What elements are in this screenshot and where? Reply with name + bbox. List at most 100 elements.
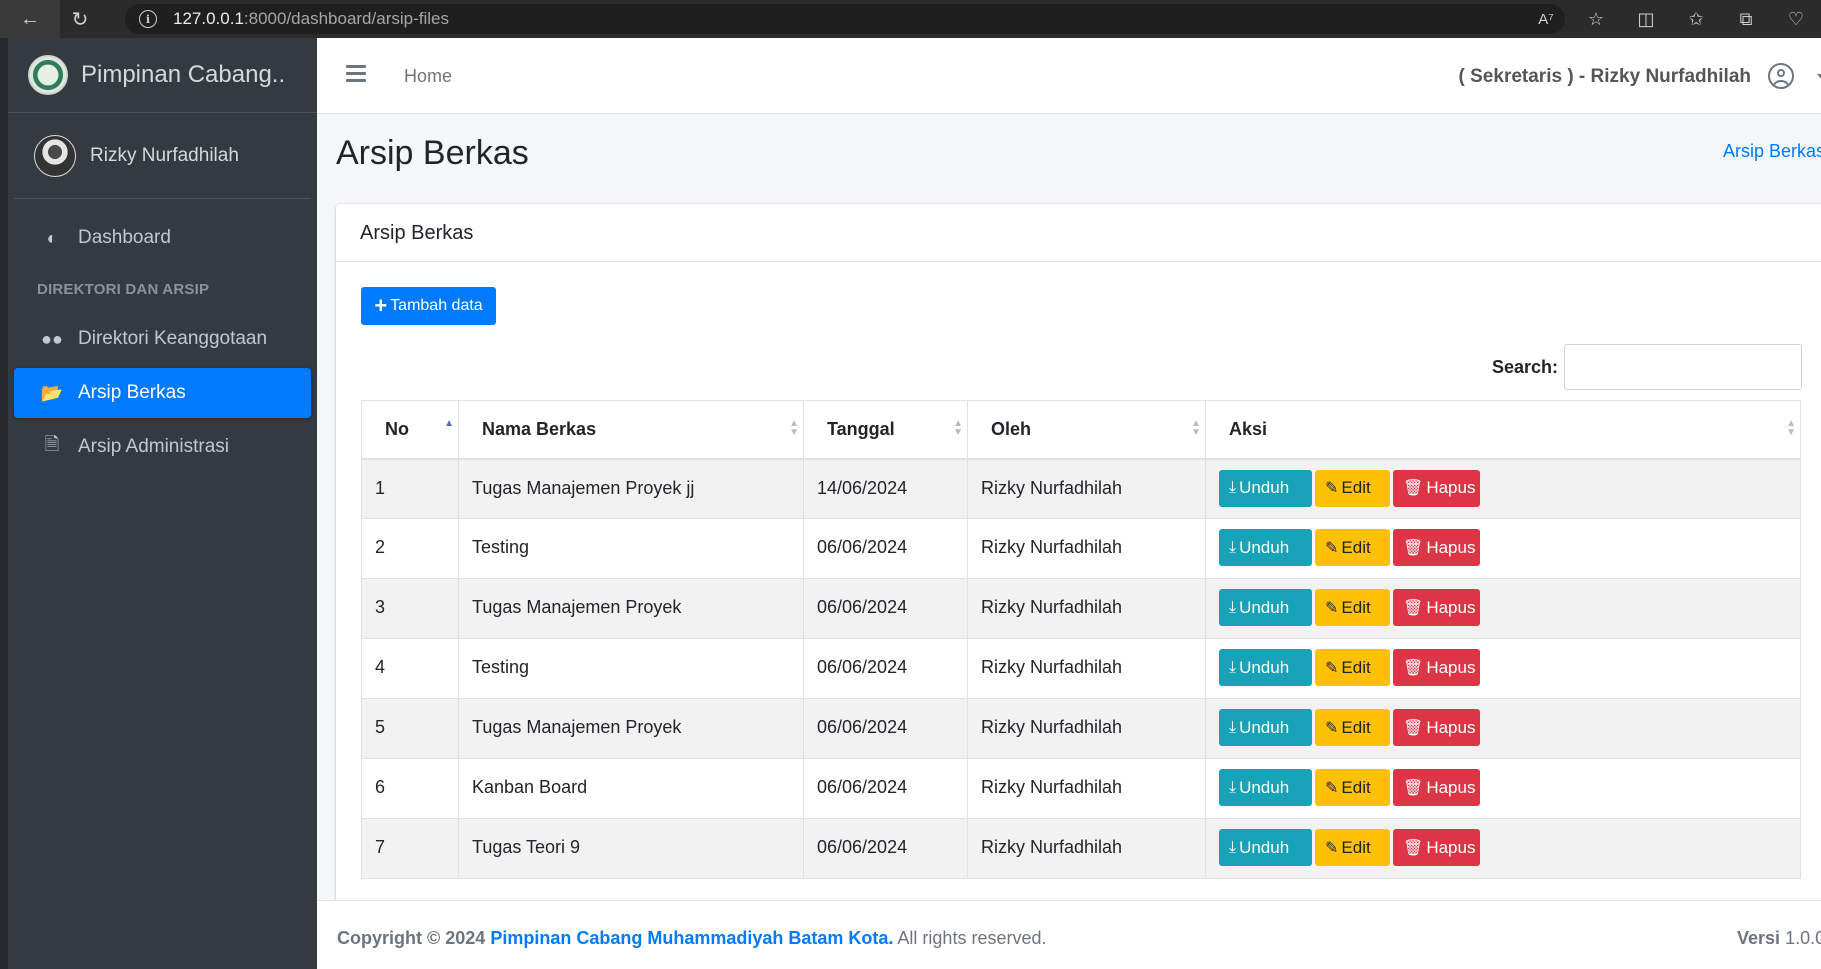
table-row: 6 Kanban Board 06/06/2024 Rizky Nurfadhilah…: [361, 758, 1801, 819]
user-panel[interactable]: Rizky Nurfadhilah: [14, 113, 311, 199]
favorite-star-icon[interactable]: ☆: [1571, 0, 1621, 38]
edit-icon: ✎: [1325, 539, 1339, 557]
footer-copyright: Copyright © 2024 Pimpinan Cabang Muhamma…: [337, 928, 1047, 948]
cell-aksi: ⤓ Unduh ✎ Edit 🗑 Hapus: [1205, 578, 1801, 639]
unduh-button[interactable]: ⤓ Unduh: [1219, 769, 1312, 806]
add-data-button[interactable]: + Tambah data: [361, 287, 496, 325]
arsip-table: No ▲ Nama Berkas ▲ ▼ Tanggal ▲ ▼ Oleh ▲ ▼ Aksi ▲…: [361, 400, 1801, 879]
card-title: Arsip Berkas: [336, 204, 1821, 262]
edit-button[interactable]: ✎ Edit: [1315, 529, 1390, 566]
unduh-button[interactable]: ⤓ Unduh: [1219, 529, 1312, 566]
table-row: 5 Tugas Manajemen Proyek 06/06/2024 Rizky N…: [361, 698, 1801, 759]
url-host: 127.0.0.1: [173, 9, 244, 28]
back-arrow-icon[interactable]: ←: [0, 0, 60, 38]
sidebar-user-name: Rizky Nurfadhilah: [90, 144, 239, 166]
cell-tanggal: 06/06/2024: [803, 818, 968, 879]
trash-icon: 🗑: [1403, 539, 1424, 557]
cell-tanggal: 06/06/2024: [803, 518, 968, 579]
cell-oleh: Rizky Nurfadhilah: [967, 458, 1206, 519]
split-screen-icon[interactable]: ◫: [1621, 0, 1671, 38]
info-icon[interactable]: i: [139, 10, 157, 28]
unduh-button[interactable]: ⤓ Unduh: [1219, 589, 1312, 626]
breadcrumb[interactable]: Arsip Berkas: [1723, 141, 1821, 162]
cell-nama-berkas: Testing: [458, 638, 804, 699]
column-header-nama-berkas[interactable]: Nama Berkas ▲ ▼: [458, 400, 804, 460]
trash-icon: 🗑: [1403, 779, 1424, 797]
brand-link[interactable]: Pimpinan Cabang..: [8, 38, 317, 113]
cell-aksi: ⤓ Unduh ✎ Edit 🗑 Hapus: [1205, 458, 1801, 519]
edit-button[interactable]: ✎ Edit: [1315, 589, 1390, 626]
column-header-aksi[interactable]: Aksi ▲ ▼: [1205, 400, 1801, 460]
edit-icon: ✎: [1325, 719, 1339, 737]
cell-aksi: ⤓ Unduh ✎ Edit 🗑 Hapus: [1205, 758, 1801, 819]
chevron-down-icon[interactable]: [1817, 74, 1821, 81]
table-row: 3 Tugas Manajemen Proyek 06/06/2024 Rizky N…: [361, 578, 1801, 639]
download-icon: ⤓: [1229, 778, 1237, 796]
cell-oleh: Rizky Nurfadhilah: [967, 818, 1206, 879]
sidebar-item-label: Arsip Administrasi: [78, 436, 229, 457]
browser-essentials-icon[interactable]: ♡: [1771, 0, 1821, 38]
trash-icon: 🗑: [1403, 659, 1424, 677]
edit-button[interactable]: ✎ Edit: [1315, 829, 1390, 866]
search-input[interactable]: [1564, 344, 1802, 390]
trash-icon: 🗑: [1403, 839, 1424, 857]
table-row: 2 Testing 06/06/2024 Rizky Nurfadhilah ⤓ Undu…: [361, 518, 1801, 579]
cell-no: 4: [361, 638, 459, 699]
footer-version: Versi 1.0.0: [1737, 928, 1821, 948]
table-body: 1 Tugas Manajemen Proyek jj 14/06/2024 Rizk…: [361, 458, 1801, 879]
unduh-button[interactable]: ⤓ Unduh: [1219, 829, 1312, 866]
sidebar-item-label: Arsip Berkas: [78, 382, 186, 403]
cell-aksi: ⤓ Unduh ✎ Edit 🗑 Hapus: [1205, 518, 1801, 579]
collections-icon[interactable]: ⧉: [1721, 0, 1771, 38]
column-header-oleh[interactable]: Oleh ▲ ▼: [967, 400, 1206, 460]
column-header-tanggal[interactable]: Tanggal ▲ ▼: [803, 400, 968, 460]
browser-toolbar: ← ↻ i 127.0.0.1:8000/dashboard/arsip-fil…: [0, 0, 1821, 38]
sidebar-item-dashboard[interactable]: ◐ Dashboard: [14, 213, 311, 263]
top-user-name[interactable]: ( Sekretaris ) - Rizky Nurfadhilah: [1459, 66, 1751, 88]
cell-aksi: ⤓ Unduh ✎ Edit 🗑 Hapus: [1205, 638, 1801, 699]
hapus-button[interactable]: 🗑 Hapus: [1393, 469, 1480, 507]
hamburger-menu-icon[interactable]: [346, 65, 366, 86]
cell-tanggal: 06/06/2024: [803, 578, 968, 639]
plus-icon: +: [374, 293, 388, 318]
edit-button[interactable]: ✎ Edit: [1315, 649, 1390, 686]
brand-text: Pimpinan Cabang..: [81, 61, 286, 88]
hapus-button[interactable]: 🗑 Hapus: [1393, 589, 1480, 626]
edit-icon: ✎: [1325, 599, 1339, 617]
read-aloud-icon[interactable]: A⁷: [1521, 0, 1571, 38]
cell-oleh: Rizky Nurfadhilah: [967, 638, 1206, 699]
nav-home-link[interactable]: Home: [404, 66, 452, 87]
edit-button[interactable]: ✎ Edit: [1315, 469, 1390, 507]
sidebar-item-direktori-keanggotaan[interactable]: ●● Direktori Keanggotaan: [14, 314, 311, 364]
sidebar-item-arsip-administrasi[interactable]: 🗎 Arsip Administrasi: [14, 422, 311, 472]
cell-no: 5: [361, 698, 459, 759]
user-circle-icon[interactable]: [1768, 63, 1794, 89]
hapus-button[interactable]: 🗑 Hapus: [1393, 829, 1480, 866]
unduh-button[interactable]: ⤓ Unduh: [1219, 709, 1312, 746]
trash-icon: 🗑: [1403, 599, 1424, 617]
unduh-button[interactable]: ⤓ Unduh: [1219, 469, 1312, 507]
sort-icon: ▲ ▼: [953, 418, 963, 438]
hapus-button[interactable]: 🗑 Hapus: [1393, 529, 1480, 566]
edit-button[interactable]: ✎ Edit: [1315, 769, 1390, 806]
column-header-no[interactable]: No ▲: [361, 400, 459, 460]
download-icon: ⤓: [1229, 598, 1237, 616]
table-row: 1 Tugas Manajemen Proyek jj 14/06/2024 Rizk…: [361, 458, 1801, 519]
hapus-button[interactable]: 🗑 Hapus: [1393, 649, 1480, 686]
unduh-button[interactable]: ⤓ Unduh: [1219, 649, 1312, 686]
address-bar[interactable]: i 127.0.0.1:8000/dashboard/arsip-files: [125, 4, 1565, 34]
footer-org-link[interactable]: Pimpinan Cabang Muhammadiyah Batam Kota.: [490, 928, 893, 948]
hapus-button[interactable]: 🗑 Hapus: [1393, 709, 1480, 746]
favorites-list-icon[interactable]: ✩: [1671, 0, 1721, 38]
hapus-button[interactable]: 🗑 Hapus: [1393, 769, 1480, 806]
cell-oleh: Rizky Nurfadhilah: [967, 578, 1206, 639]
reload-icon[interactable]: ↻: [60, 0, 100, 38]
edit-button[interactable]: ✎ Edit: [1315, 709, 1390, 746]
sidebar-item-arsip-berkas[interactable]: 📂 Arsip Berkas: [14, 368, 311, 418]
cell-aksi: ⤓ Unduh ✎ Edit 🗑 Hapus: [1205, 818, 1801, 879]
page-title: Arsip Berkas: [336, 134, 529, 172]
footer: Copyright © 2024 Pimpinan Cabang Muhamma…: [317, 900, 1821, 969]
cell-tanggal: 06/06/2024: [803, 758, 968, 819]
top-navbar: Home ( Sekretaris ) - Rizky Nurfadhilah: [317, 38, 1821, 114]
users-icon: ●●: [41, 328, 63, 349]
